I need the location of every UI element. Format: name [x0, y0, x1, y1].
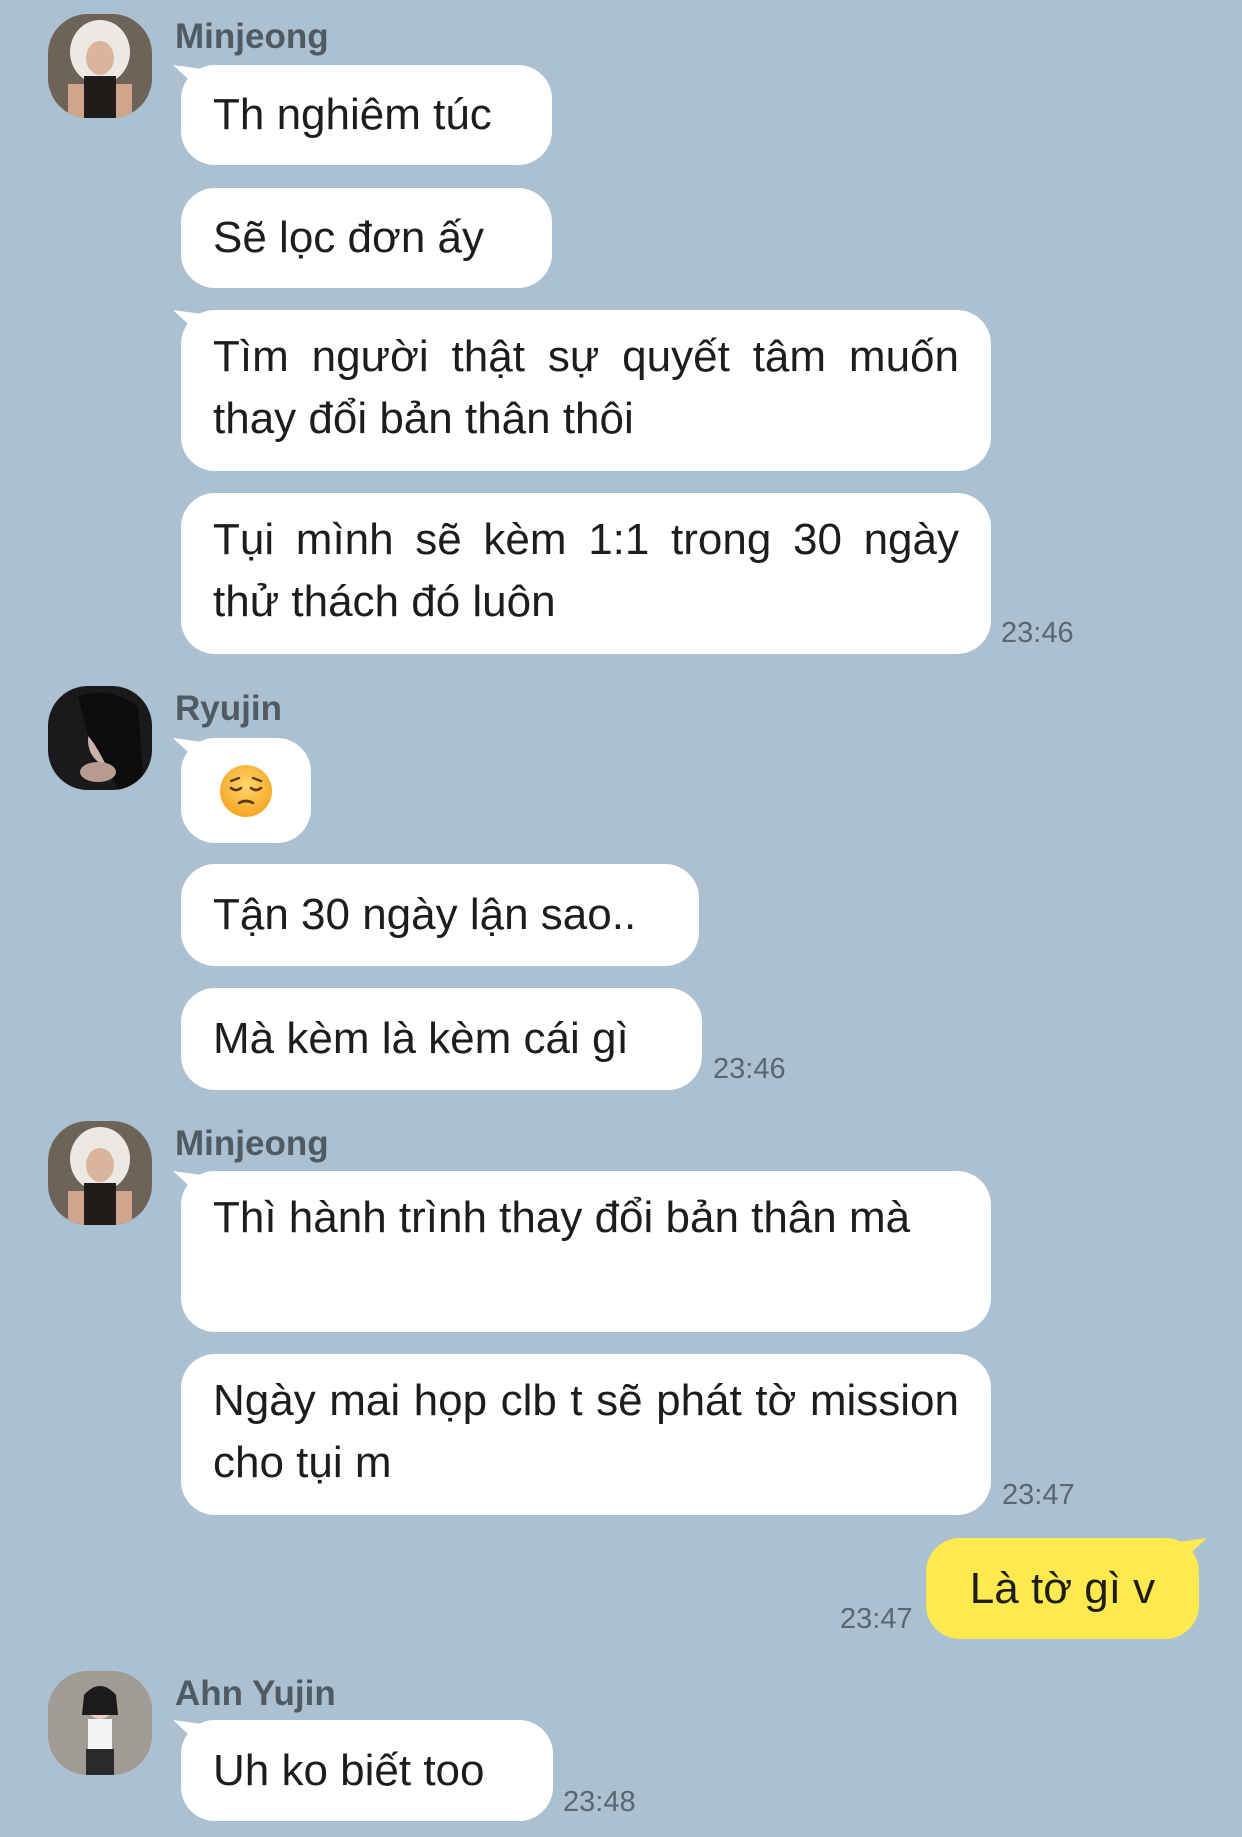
message-text: Mà kèm là kèm cái gì	[213, 1014, 629, 1063]
message-text: Thì hành trình thay đổi bản thân mà	[213, 1193, 911, 1242]
avatar-ahn-yujin[interactable]	[48, 1671, 152, 1775]
message-bubble[interactable]	[181, 738, 311, 843]
avatar-ryujin[interactable]	[48, 686, 152, 790]
message-text: Sẽ lọc đơn ấy	[213, 213, 485, 262]
message-text: Tụi mình sẽ kèm 1:1 trong 30 ngày thử th…	[213, 515, 959, 626]
message-bubble[interactable]: Tìm người thật sự quyết tâm muốn thay đổ…	[181, 310, 991, 471]
message-text: Tận 30 ngày lận sao..	[213, 890, 637, 939]
message-bubble[interactable]: Ngày mai họp clb t sẽ phát tờ mission ch…	[181, 1354, 991, 1515]
message-bubble[interactable]: Mà kèm là kèm cái gì	[181, 988, 702, 1090]
message-bubble[interactable]: Th nghiêm túc	[181, 65, 552, 165]
message-timestamp: 23:47	[1002, 1479, 1075, 1511]
message-timestamp: 23:46	[713, 1053, 786, 1085]
message-bubble[interactable]: Tận 30 ngày lận sao..	[181, 864, 699, 966]
message-bubble[interactable]: Sẽ lọc đơn ấy	[181, 188, 552, 288]
message-timestamp: 23:47	[840, 1603, 913, 1635]
message-bubble[interactable]: Uh ko biết too	[181, 1720, 553, 1821]
message-bubble[interactable]: Tụi mình sẽ kèm 1:1 trong 30 ngày thử th…	[181, 493, 991, 654]
sender-name: Ryujin	[175, 689, 282, 728]
sender-name: Minjeong	[175, 17, 329, 56]
avatar-minjeong[interactable]	[48, 14, 152, 118]
message-text: Là tờ gì v	[969, 1563, 1156, 1613]
message-text: Tìm người thật sự quyết tâm muốn thay đổ…	[213, 332, 959, 443]
message-timestamp: 23:48	[563, 1786, 636, 1818]
message-text: Ngày mai họp clb t sẽ phát tờ mission ch…	[213, 1376, 959, 1487]
message-timestamp: 23:46	[1001, 617, 1074, 649]
pensive-face-icon	[220, 764, 272, 817]
sender-name: Ahn Yujin	[175, 1674, 336, 1713]
outgoing-message-bubble[interactable]: Là tờ gì v	[926, 1538, 1199, 1639]
message-text: Uh ko biết too	[213, 1745, 485, 1795]
message-bubble[interactable]: Thì hành trình thay đổi bản thân mà	[181, 1171, 991, 1332]
message-text: Th nghiêm túc	[213, 90, 492, 139]
sender-name: Minjeong	[175, 1124, 329, 1163]
avatar-minjeong[interactable]	[48, 1121, 152, 1225]
